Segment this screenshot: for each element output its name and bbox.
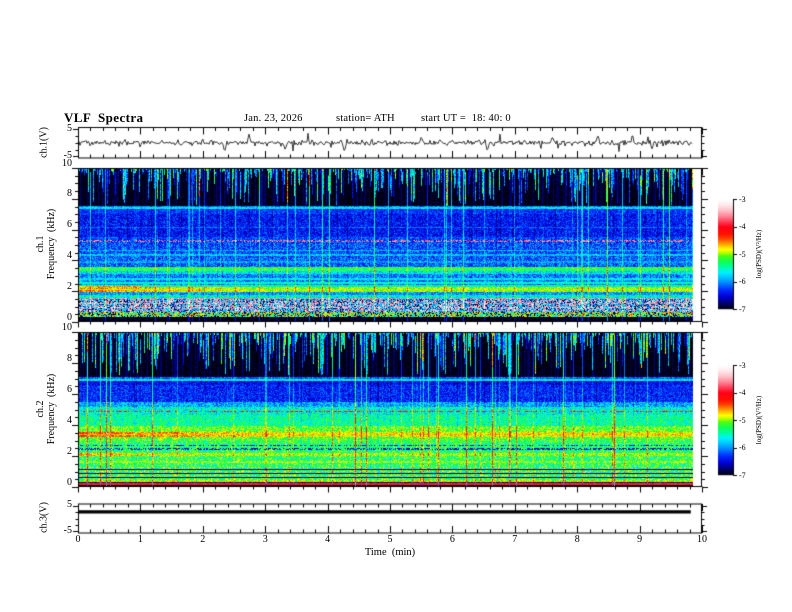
x-tick-label: 6 (449, 534, 455, 545)
vlf-spectra-figure: VLF Spectra Jan. 23, 2026 station= ATH s… (0, 0, 792, 612)
title-start-ut: start UT = 18: 40: 0 (421, 113, 511, 124)
plot-canvas (0, 0, 792, 612)
colorbar1-tick-label: -4 (739, 222, 746, 231)
page-title: VLF Spectra (64, 110, 144, 125)
x-tick-label: 2 (200, 534, 206, 545)
x-tick-label: 0 (75, 534, 81, 545)
y-tick-label-ch1_spectrogram: 8 (67, 188, 72, 200)
colorbar1-tick-label: -3 (739, 194, 746, 204)
y-tick-label-ch2_spectrogram: 0 (67, 476, 72, 488)
y-tick-label-ch1_spectrogram: 2 (67, 280, 72, 292)
x-tick-label: 8 (574, 534, 580, 545)
colorbar2-tick-label: -3 (739, 360, 746, 370)
title-station: station= ATH (336, 113, 395, 124)
x-tick-label: 7 (512, 534, 518, 545)
y-tick-label-ch1_spectrogram: 10 (62, 157, 72, 169)
y-tick-label-ch2_spectrogram: 4 (67, 414, 72, 426)
colorbar2-tick-label: -6 (739, 443, 746, 452)
x-tick-label: 1 (137, 534, 143, 545)
x-tick-label: 3 (262, 534, 268, 545)
xaxis-title: Time (min) (364, 547, 416, 558)
x-tick-label: 9 (637, 534, 643, 545)
y-tick-label-ch2_spectrogram: 8 (67, 352, 72, 364)
y-tick-label-ch1_spectrogram: 4 (67, 249, 72, 261)
x-tick-label: 5 (387, 534, 393, 545)
colorbar1-tick-label: -7 (739, 304, 746, 314)
ylabel-ch3-waveform: ch.3(V) (38, 502, 50, 533)
colorbar2-tick-label: -4 (739, 388, 746, 397)
y-tick-label-ch1_waveform: 5 (67, 122, 72, 134)
y-tick-label-ch2_spectrogram: 6 (67, 383, 72, 395)
y-tick-label-ch3_waveform: 5 (67, 499, 72, 511)
colorbar2-tick-label: -7 (739, 470, 746, 480)
colorbar1-tick-label: -5 (739, 249, 746, 259)
x-tick-label: 10 (697, 534, 707, 545)
y-tick-label-ch1_spectrogram: 6 (67, 219, 72, 231)
colorbar2-tick-label: -5 (739, 415, 746, 425)
y-tick-label-ch2_spectrogram: 2 (67, 445, 72, 457)
x-tick-label: 4 (325, 534, 331, 545)
title-date: Jan. 23, 2026 (244, 113, 303, 124)
y-tick-label-ch2_spectrogram: 10 (62, 321, 72, 333)
colorbar1-tick-label: -6 (739, 277, 746, 286)
